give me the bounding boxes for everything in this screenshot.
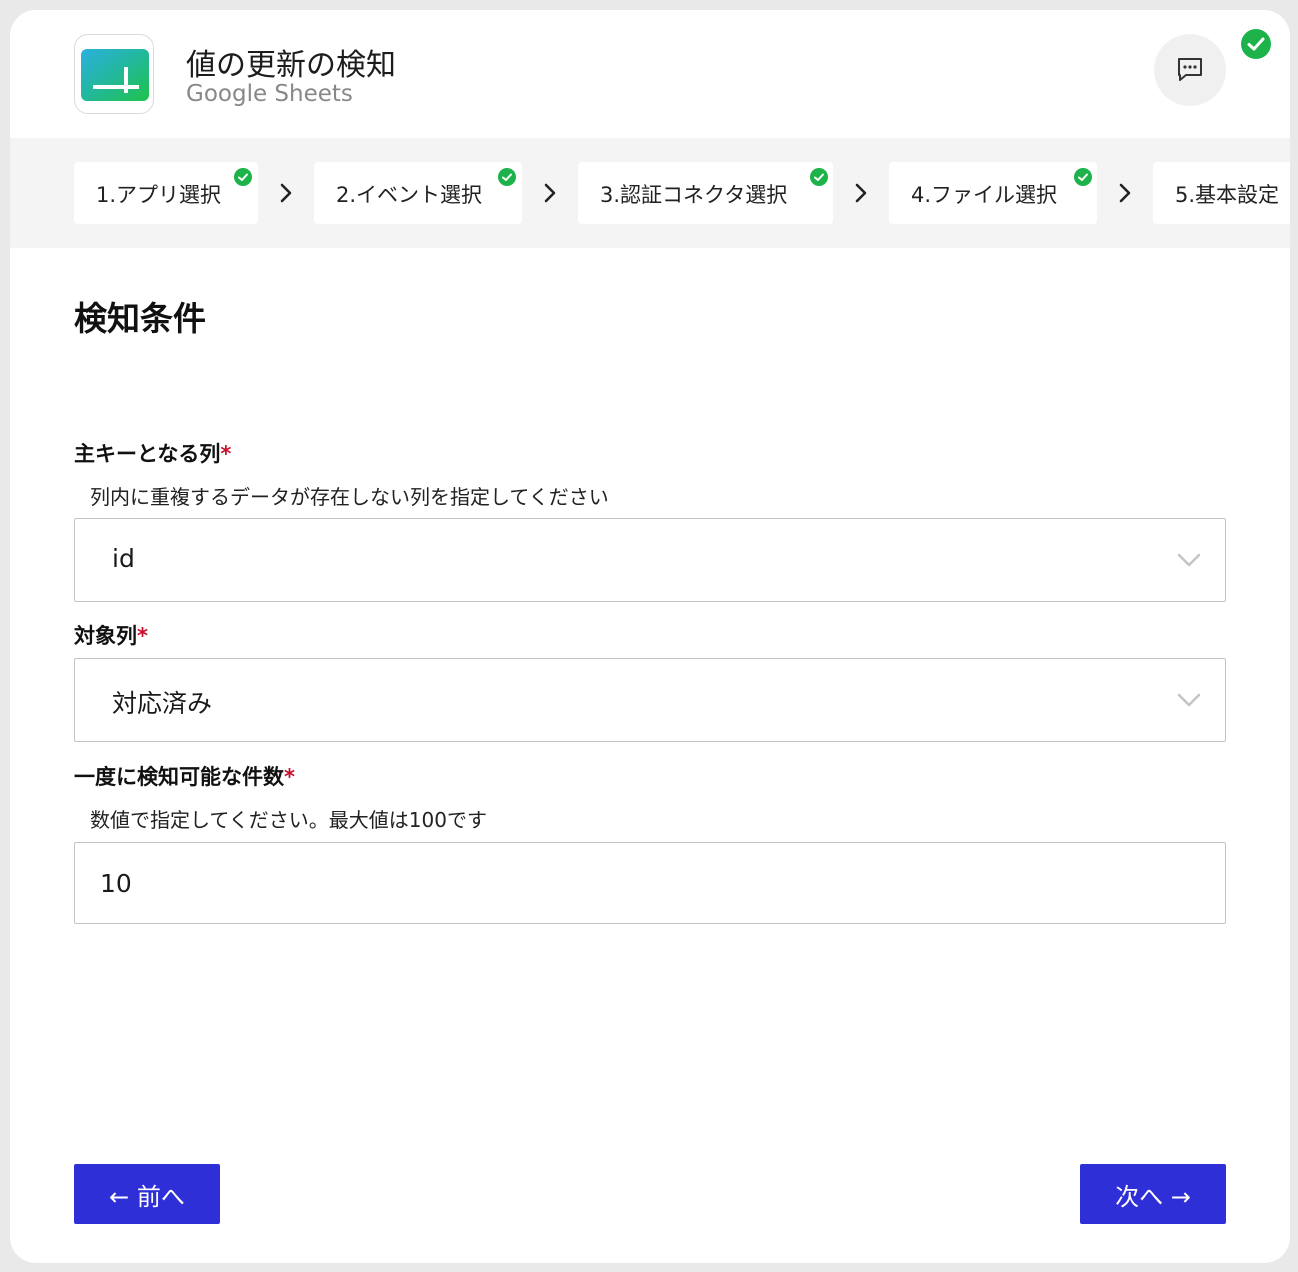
required-mark: * [137,624,148,648]
chevron-down-icon [1177,553,1201,567]
step-connector-select[interactable]: 3.認証コネクタ選択 [578,162,833,224]
google-sheets-icon [74,34,154,114]
app-subtitle: Google Sheets [186,81,353,107]
required-mark: * [284,765,295,789]
primary-key-label-text: 主キーとなる列 [74,442,221,466]
chevron-right-icon [544,183,556,203]
target-column-value: 対応済み [112,689,213,718]
target-column-label-text: 対象列 [74,624,137,648]
count-input[interactable] [74,842,1226,924]
chevron-right-icon [1119,183,1131,203]
check-circle-icon [1074,168,1092,186]
primary-key-description: 列内に重複するデータが存在しない列を指定してください [90,485,609,509]
primary-key-select[interactable]: id [74,518,1226,602]
step-label: 2.イベント選択 [336,183,483,207]
count-label-text: 一度に検知可能な件数 [74,765,284,789]
check-circle-icon [498,168,516,186]
count-description: 数値で指定してください。最大値は100です [90,808,487,832]
prev-button[interactable]: ← 前へ [74,1164,220,1224]
primary-key-label: 主キーとなる列* [74,438,231,468]
section-title: 検知条件 [74,299,206,338]
step-app-select[interactable]: 1.アプリ選択 [74,162,258,224]
step-event-select[interactable]: 2.イベント選択 [314,162,522,224]
check-circle-icon [234,168,252,186]
target-column-label: 対象列* [74,620,148,650]
count-label: 一度に検知可能な件数* [74,761,295,791]
target-column-select[interactable]: 対応済み [74,658,1226,742]
primary-key-value: id [112,544,135,573]
check-circle-icon [1241,29,1271,59]
chat-bubble-icon [1178,58,1202,81]
app-title: 値の更新の検知 [186,48,396,83]
chevron-right-icon [280,183,292,203]
chat-button[interactable] [1154,34,1226,106]
next-button[interactable]: 次へ → [1080,1164,1226,1224]
main-card: 値の更新の検知 Google Sheets 1.アプリ選択 2.イベント選択 3… [10,10,1290,1263]
chevron-down-icon [1177,693,1201,707]
step-label: 5.基本設定 [1175,183,1280,207]
required-mark: * [220,442,232,466]
step-navigation: 1.アプリ選択 2.イベント選択 3.認証コネクタ選択 4.ファイル選択 5.基… [10,138,1290,248]
step-basic-settings[interactable]: 5.基本設定 [1153,162,1290,224]
step-file-select[interactable]: 4.ファイル選択 [889,162,1097,224]
step-label: 1.アプリ選択 [96,183,222,207]
chevron-right-icon [855,183,867,203]
step-label: 3.認証コネクタ選択 [600,183,788,207]
step-label: 4.ファイル選択 [911,183,1058,207]
check-circle-icon [810,168,828,186]
